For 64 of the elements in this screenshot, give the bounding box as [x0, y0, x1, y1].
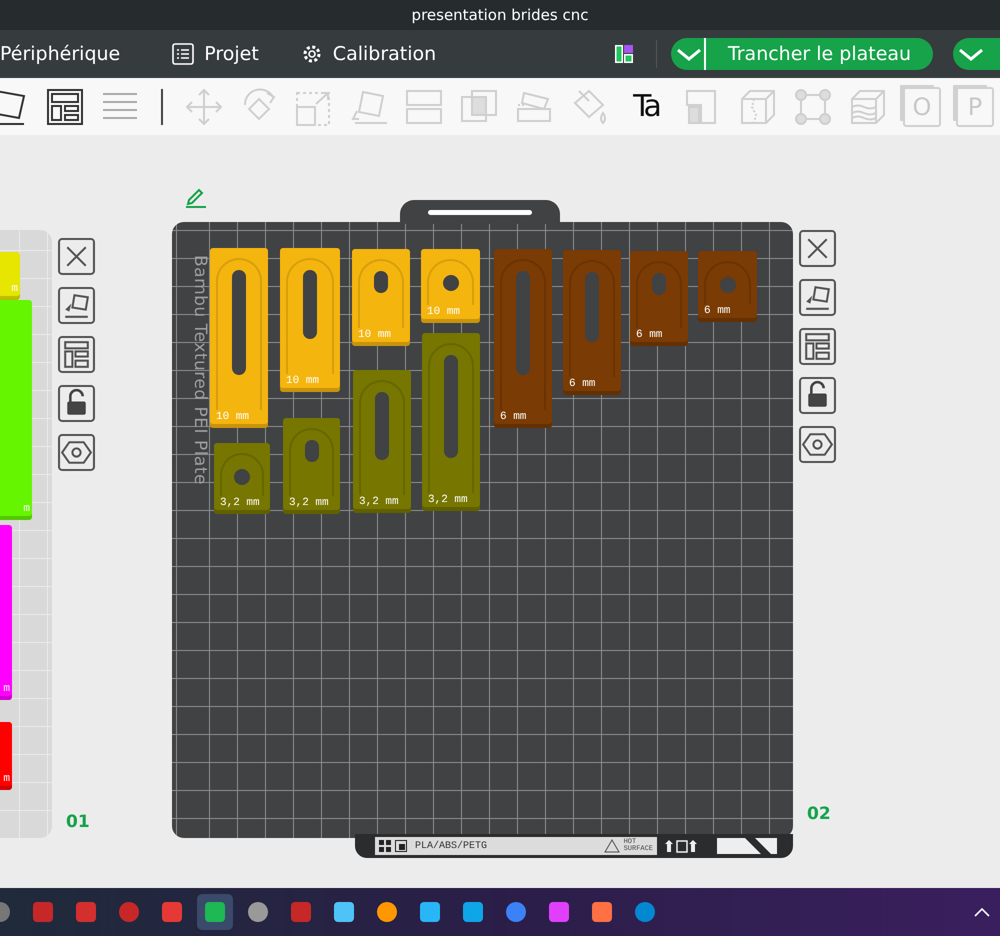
part-model[interactable]: 6 mm	[494, 249, 552, 428]
layout-icon[interactable]	[799, 328, 836, 365]
part-model[interactable]: 3,2 mm	[422, 333, 480, 511]
slot-hole	[375, 392, 389, 460]
part-label: m	[23, 503, 30, 515]
app-icon[interactable]	[197, 894, 233, 930]
slot-hole	[374, 271, 388, 293]
part-label: 3,2 mm	[359, 496, 399, 508]
part-label: 10 mm	[358, 329, 392, 341]
close-icon[interactable]	[58, 238, 95, 275]
plate-number: 02	[807, 804, 831, 824]
slot-hole	[652, 273, 666, 295]
part-label: 3,2 mm	[428, 494, 468, 506]
part-model[interactable]: m	[0, 525, 12, 700]
part-model[interactable]: 3,2 mm	[353, 370, 411, 513]
part-model[interactable]: 6 mm	[630, 251, 688, 346]
slot-hole	[585, 272, 599, 342]
unlock-icon[interactable]	[799, 377, 836, 414]
part-label: 6 mm	[636, 329, 662, 341]
round-hole	[720, 277, 736, 293]
round-hole	[234, 469, 250, 485]
part-label: 6 mm	[569, 378, 596, 390]
corner-mark-icon	[717, 838, 777, 854]
slice-button[interactable]: Trancher le plateau	[671, 38, 933, 70]
auto-orient-icon[interactable]	[799, 279, 836, 316]
part-model[interactable]: 3,2 mm	[283, 418, 340, 514]
dropdown-button[interactable]	[953, 38, 1000, 70]
part-model[interactable]: 3,2 mm	[214, 443, 270, 514]
part-label: m	[3, 683, 10, 695]
part-label: 10 mm	[216, 411, 250, 423]
slot-hole	[303, 270, 317, 339]
unlock-icon[interactable]	[58, 385, 95, 422]
part-label: m	[11, 283, 18, 295]
menu-tab[interactable]: Calibration	[300, 43, 448, 65]
round-hole	[442, 275, 458, 291]
part-label: 6 mm	[500, 411, 526, 423]
plate-name: Bambu Textured PEI Plate	[190, 255, 210, 485]
part-label: 3,2 mm	[289, 497, 329, 509]
warning-icon	[604, 839, 620, 853]
bed-material: PLA/ABS/PETG	[415, 840, 488, 852]
logo-icon	[379, 840, 391, 852]
menu-tab[interactable]: Périphérique	[0, 43, 132, 65]
chevron-up-icon[interactable]	[974, 907, 990, 917]
part-label: 6 mm	[704, 305, 730, 317]
list-icon	[172, 43, 194, 65]
layout-icon[interactable]	[45, 86, 85, 126]
slot-hole	[304, 440, 318, 462]
part-model[interactable]: 6 mm	[563, 250, 621, 395]
square-icon	[395, 840, 407, 852]
part-label: 3,2 mm	[220, 497, 260, 509]
text-tool-button[interactable]: Ta	[624, 84, 668, 128]
menu-tab[interactable]: Projet	[172, 43, 271, 65]
part-label: 10 mm	[286, 375, 320, 387]
window-title: presentation brides cnc	[412, 6, 588, 24]
layout-icon[interactable]	[614, 44, 634, 64]
part-model[interactable]: 6 mm	[698, 251, 757, 322]
plate-number: 01	[66, 812, 90, 832]
part-label: m	[3, 773, 10, 785]
close-icon[interactable]	[799, 230, 836, 267]
auto-orient-icon[interactable]	[58, 287, 95, 324]
layout-icon[interactable]	[58, 336, 95, 373]
gear-icon	[300, 43, 323, 65]
part-model[interactable]: m	[0, 722, 12, 790]
part-label: 10 mm	[427, 306, 460, 318]
